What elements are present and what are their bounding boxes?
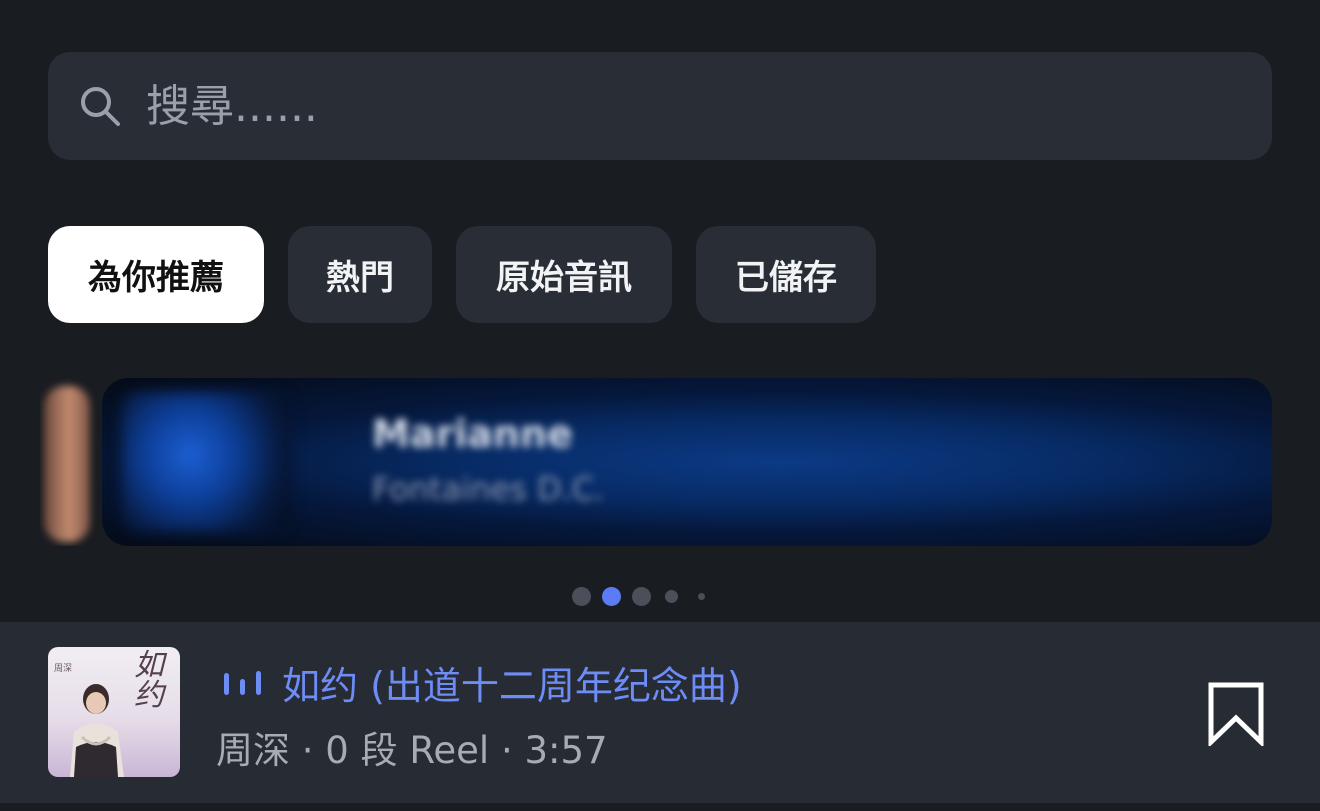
page-dot[interactable] xyxy=(572,587,591,606)
search-input[interactable] xyxy=(146,78,1246,134)
page-dot[interactable] xyxy=(632,587,651,606)
featured-track-card[interactable]: Marianne Fontaines D.C. xyxy=(102,378,1272,546)
equalizer-icon xyxy=(224,671,261,695)
tab-saved[interactable]: 已儲存 xyxy=(696,226,876,323)
page-dot[interactable] xyxy=(698,593,705,600)
tab-for-you[interactable]: 為你推薦 xyxy=(48,226,264,323)
featured-track-artist: Fontaines D.C. xyxy=(372,470,605,508)
album-art-title: 如约 xyxy=(134,648,164,713)
tab-original-audio[interactable]: 原始音訊 xyxy=(456,226,672,323)
artist-figure-icon xyxy=(70,684,124,777)
featured-album-art xyxy=(122,392,292,532)
featured-carousel[interactable]: Marianne Fontaines D.C. xyxy=(40,378,1272,546)
previous-card-peek[interactable] xyxy=(44,386,90,542)
page-dot[interactable] xyxy=(665,590,678,603)
audio-picker-screen: 為你推薦 熱門 原始音訊 已儲存 Marianne Fontaines D.C.… xyxy=(0,0,1320,811)
album-art[interactable]: 周深 如约 xyxy=(48,647,180,777)
carousel-page-indicator xyxy=(560,586,760,606)
track-meta: 周深 · 0 段 Reel · 3:57 xyxy=(216,729,608,772)
album-art-artist: 周深 xyxy=(54,664,73,674)
track-row[interactable] xyxy=(0,622,1320,803)
track-title: 如约 (出道十二周年纪念曲) xyxy=(282,664,742,708)
divider xyxy=(0,803,1320,811)
tab-trending[interactable]: 熱門 xyxy=(288,226,432,323)
search-icon xyxy=(81,87,120,126)
bookmark-icon[interactable] xyxy=(1206,682,1266,746)
page-dot-active[interactable] xyxy=(602,587,621,606)
featured-track-title: Marianne xyxy=(372,412,573,456)
